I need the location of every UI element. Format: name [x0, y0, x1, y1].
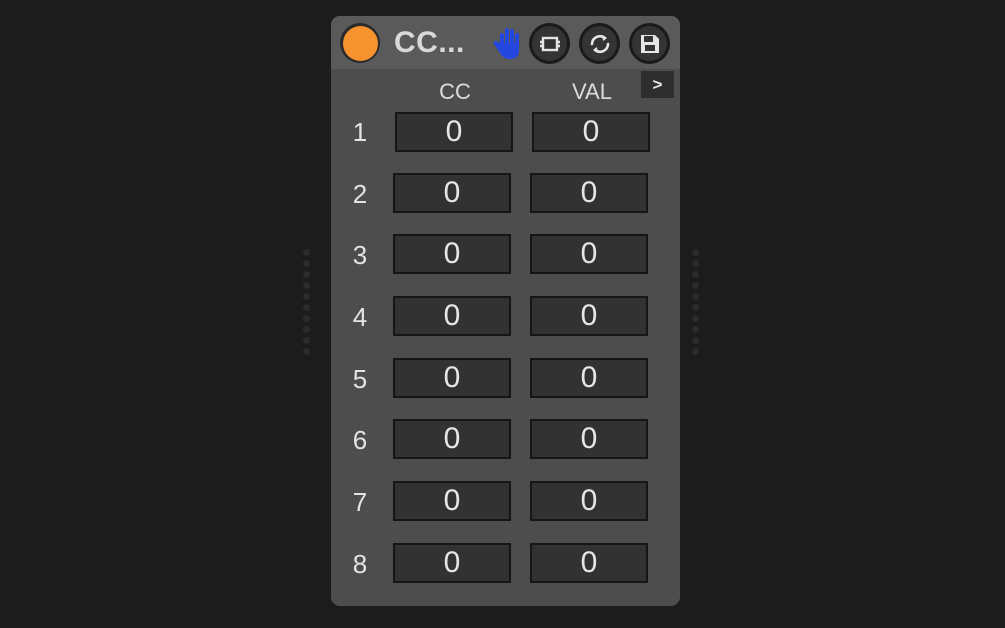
val-number-box[interactable]: 0	[530, 296, 648, 336]
map-button[interactable]	[529, 23, 570, 64]
cc-number-box[interactable]: 0	[393, 419, 511, 459]
cc-number-box[interactable]: 0	[393, 296, 511, 336]
row-label: 1	[352, 117, 368, 147]
map-frame-icon	[539, 36, 560, 51]
row-label: 6	[352, 425, 368, 455]
device-title-bar: CC...	[331, 16, 680, 69]
hand-icon[interactable]	[491, 25, 525, 61]
val-number-box[interactable]: 0	[530, 234, 648, 274]
left-grip-handle[interactable]	[303, 249, 313, 355]
row-label: 8	[352, 549, 368, 579]
row-label: 2	[352, 179, 368, 209]
save-icon	[640, 34, 659, 53]
sync-button[interactable]	[579, 23, 620, 64]
val-column-header: VAL	[572, 79, 612, 104]
row-label: 3	[352, 240, 368, 270]
device-power-button[interactable]	[340, 23, 380, 63]
cc-number-box[interactable]: 0	[395, 112, 513, 152]
cc-number-box[interactable]: 0	[393, 358, 511, 398]
cc-number-box[interactable]: 0	[393, 543, 511, 583]
row-label: 4	[352, 302, 368, 332]
row-label: 7	[352, 487, 368, 517]
val-number-box[interactable]: 0	[530, 173, 648, 213]
row-label: 5	[352, 364, 368, 394]
val-number-box[interactable]: 0	[530, 419, 648, 459]
right-grip-handle[interactable]	[692, 249, 702, 355]
device-title: CC...	[394, 26, 465, 59]
val-number-box[interactable]: 0	[530, 543, 648, 583]
power-led-icon	[342, 25, 378, 61]
cc-number-box[interactable]: 0	[393, 173, 511, 213]
save-button[interactable]	[629, 23, 670, 64]
cc-number-box[interactable]: 0	[393, 481, 511, 521]
val-number-box[interactable]: 0	[532, 112, 650, 152]
cc-column-header: CC	[439, 79, 471, 104]
device-canvas: CC... > CC VAL 1 0 0 2 0 0 3 0 0 4 0 0 5…	[0, 0, 1005, 628]
val-number-box[interactable]: 0	[530, 481, 648, 521]
val-number-box[interactable]: 0	[530, 358, 648, 398]
cc-number-box[interactable]: 0	[393, 234, 511, 274]
device-panel: CC... > CC VAL 1 0 0 2 0 0 3 0 0 4 0 0 5…	[331, 16, 680, 606]
sync-icon	[590, 34, 609, 53]
